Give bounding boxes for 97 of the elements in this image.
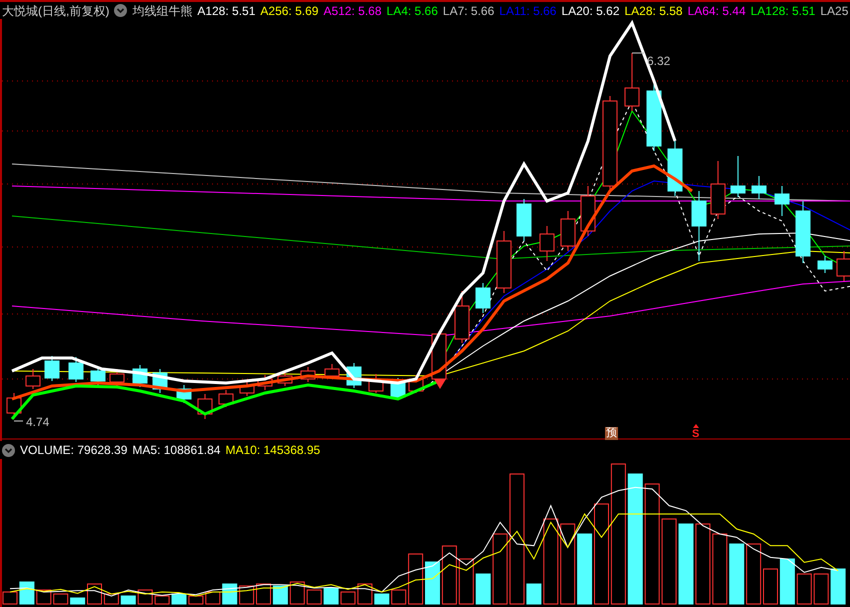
volume-bar [476, 574, 491, 604]
legend-value: LA20: 5.62 [561, 2, 620, 19]
legend-value: LA28: 5.58 [624, 2, 683, 19]
volume-bar [712, 534, 728, 604]
volume-bar [239, 586, 254, 604]
volume-bar [306, 590, 322, 604]
forecast-marker: 预 [605, 427, 618, 440]
candlestick [752, 176, 766, 200]
volume-bar [70, 598, 86, 604]
volume-bar [256, 584, 271, 604]
candlestick [68, 356, 84, 382]
volume-bar [2, 592, 18, 604]
volume-bar [492, 534, 508, 604]
candlestick [692, 190, 706, 262]
volume-bar [87, 584, 102, 604]
volume-bar [391, 590, 406, 604]
candlestick [540, 226, 554, 262]
volume-bar [442, 546, 457, 604]
volume-bar [104, 594, 119, 604]
candlestick [152, 368, 168, 394]
legend-value: LA64: 5.44 [688, 2, 746, 19]
legend-value: MA10: 145368.95 [225, 442, 320, 459]
candlestick [240, 380, 254, 396]
volume-bar [830, 568, 846, 604]
volume-bar [19, 582, 34, 604]
legend-value: A256: 5.69 [260, 2, 318, 19]
volume-bar [188, 596, 204, 604]
volume-bar [780, 558, 795, 604]
volume-bar [814, 574, 829, 604]
candlestick [454, 290, 470, 344]
stock-title: 大悦城(日线,前复权) [2, 2, 110, 19]
candlestick [774, 186, 790, 216]
legend-value: LA128: 5.51 [750, 2, 816, 19]
volume-bar [746, 544, 762, 604]
volume-bar [577, 534, 592, 604]
dropdown-icon[interactable] [2, 444, 15, 456]
legend-value: LA11: 5.66 [499, 2, 556, 19]
candlestick [132, 364, 148, 388]
candlestick [668, 140, 682, 196]
candlestick [730, 156, 746, 198]
high-price-label: 6.32 [647, 53, 670, 70]
candlestick [516, 198, 532, 242]
candlestick [624, 52, 640, 112]
legend-value: A128: 5.51 [197, 2, 256, 19]
candlestick [300, 366, 316, 382]
candlestick [44, 356, 60, 382]
volume-bar [458, 558, 474, 604]
candlestick [278, 370, 292, 386]
candlestick [26, 368, 40, 390]
volume-bar [425, 562, 440, 604]
candlestick [6, 392, 22, 420]
volume-bar [374, 594, 390, 604]
legend-value: A512: 5.68 [323, 2, 382, 19]
candlestick [324, 364, 340, 380]
candlestick [580, 186, 596, 236]
candlestick [710, 160, 726, 220]
legend-value: LA25 [820, 2, 848, 19]
up-arrow-icon [692, 424, 699, 428]
indicator-name: 均线组牛熊 [132, 2, 192, 19]
volume-bar [324, 588, 339, 604]
legend-value: LA4: 5.66 [386, 2, 438, 19]
volume-bar [357, 584, 372, 604]
volume-bar [408, 554, 424, 604]
candlestick [796, 200, 810, 264]
candlestick [90, 366, 106, 386]
volume-bar [154, 596, 170, 604]
candlestick [368, 374, 384, 394]
candlestick [198, 394, 212, 420]
candlestick [258, 374, 272, 390]
volume-bar [120, 596, 136, 604]
dropdown-icon[interactable] [114, 4, 128, 17]
candlestick [408, 374, 424, 394]
candlestick [176, 384, 192, 404]
candlestick [646, 82, 662, 152]
candlestick [218, 390, 234, 408]
volume-bar [340, 592, 356, 604]
leader-line [632, 52, 644, 54]
volume-bar [172, 594, 186, 604]
sell-signal-marker: S [692, 424, 700, 440]
legend-value: VOLUME: 79628.39 [20, 442, 128, 459]
legend-value: LA7: 5.66 [442, 2, 494, 19]
volume-bar [526, 584, 542, 604]
volume-bar [729, 544, 744, 604]
candlestick [560, 210, 576, 252]
volume-bar [272, 586, 288, 604]
candlestick [818, 256, 832, 274]
volume-bar [763, 568, 778, 604]
volume-bar [222, 584, 238, 604]
candlestick [496, 230, 512, 294]
candlestick [476, 282, 490, 314]
volume-bar [205, 592, 220, 604]
volume-bar [796, 574, 812, 604]
legend-value: MA5: 108861.84 [132, 442, 220, 459]
volume-bar [53, 594, 68, 604]
low-price-label: 4.74 [26, 414, 50, 431]
volume-bar [290, 582, 305, 604]
leader-line [14, 420, 24, 422]
